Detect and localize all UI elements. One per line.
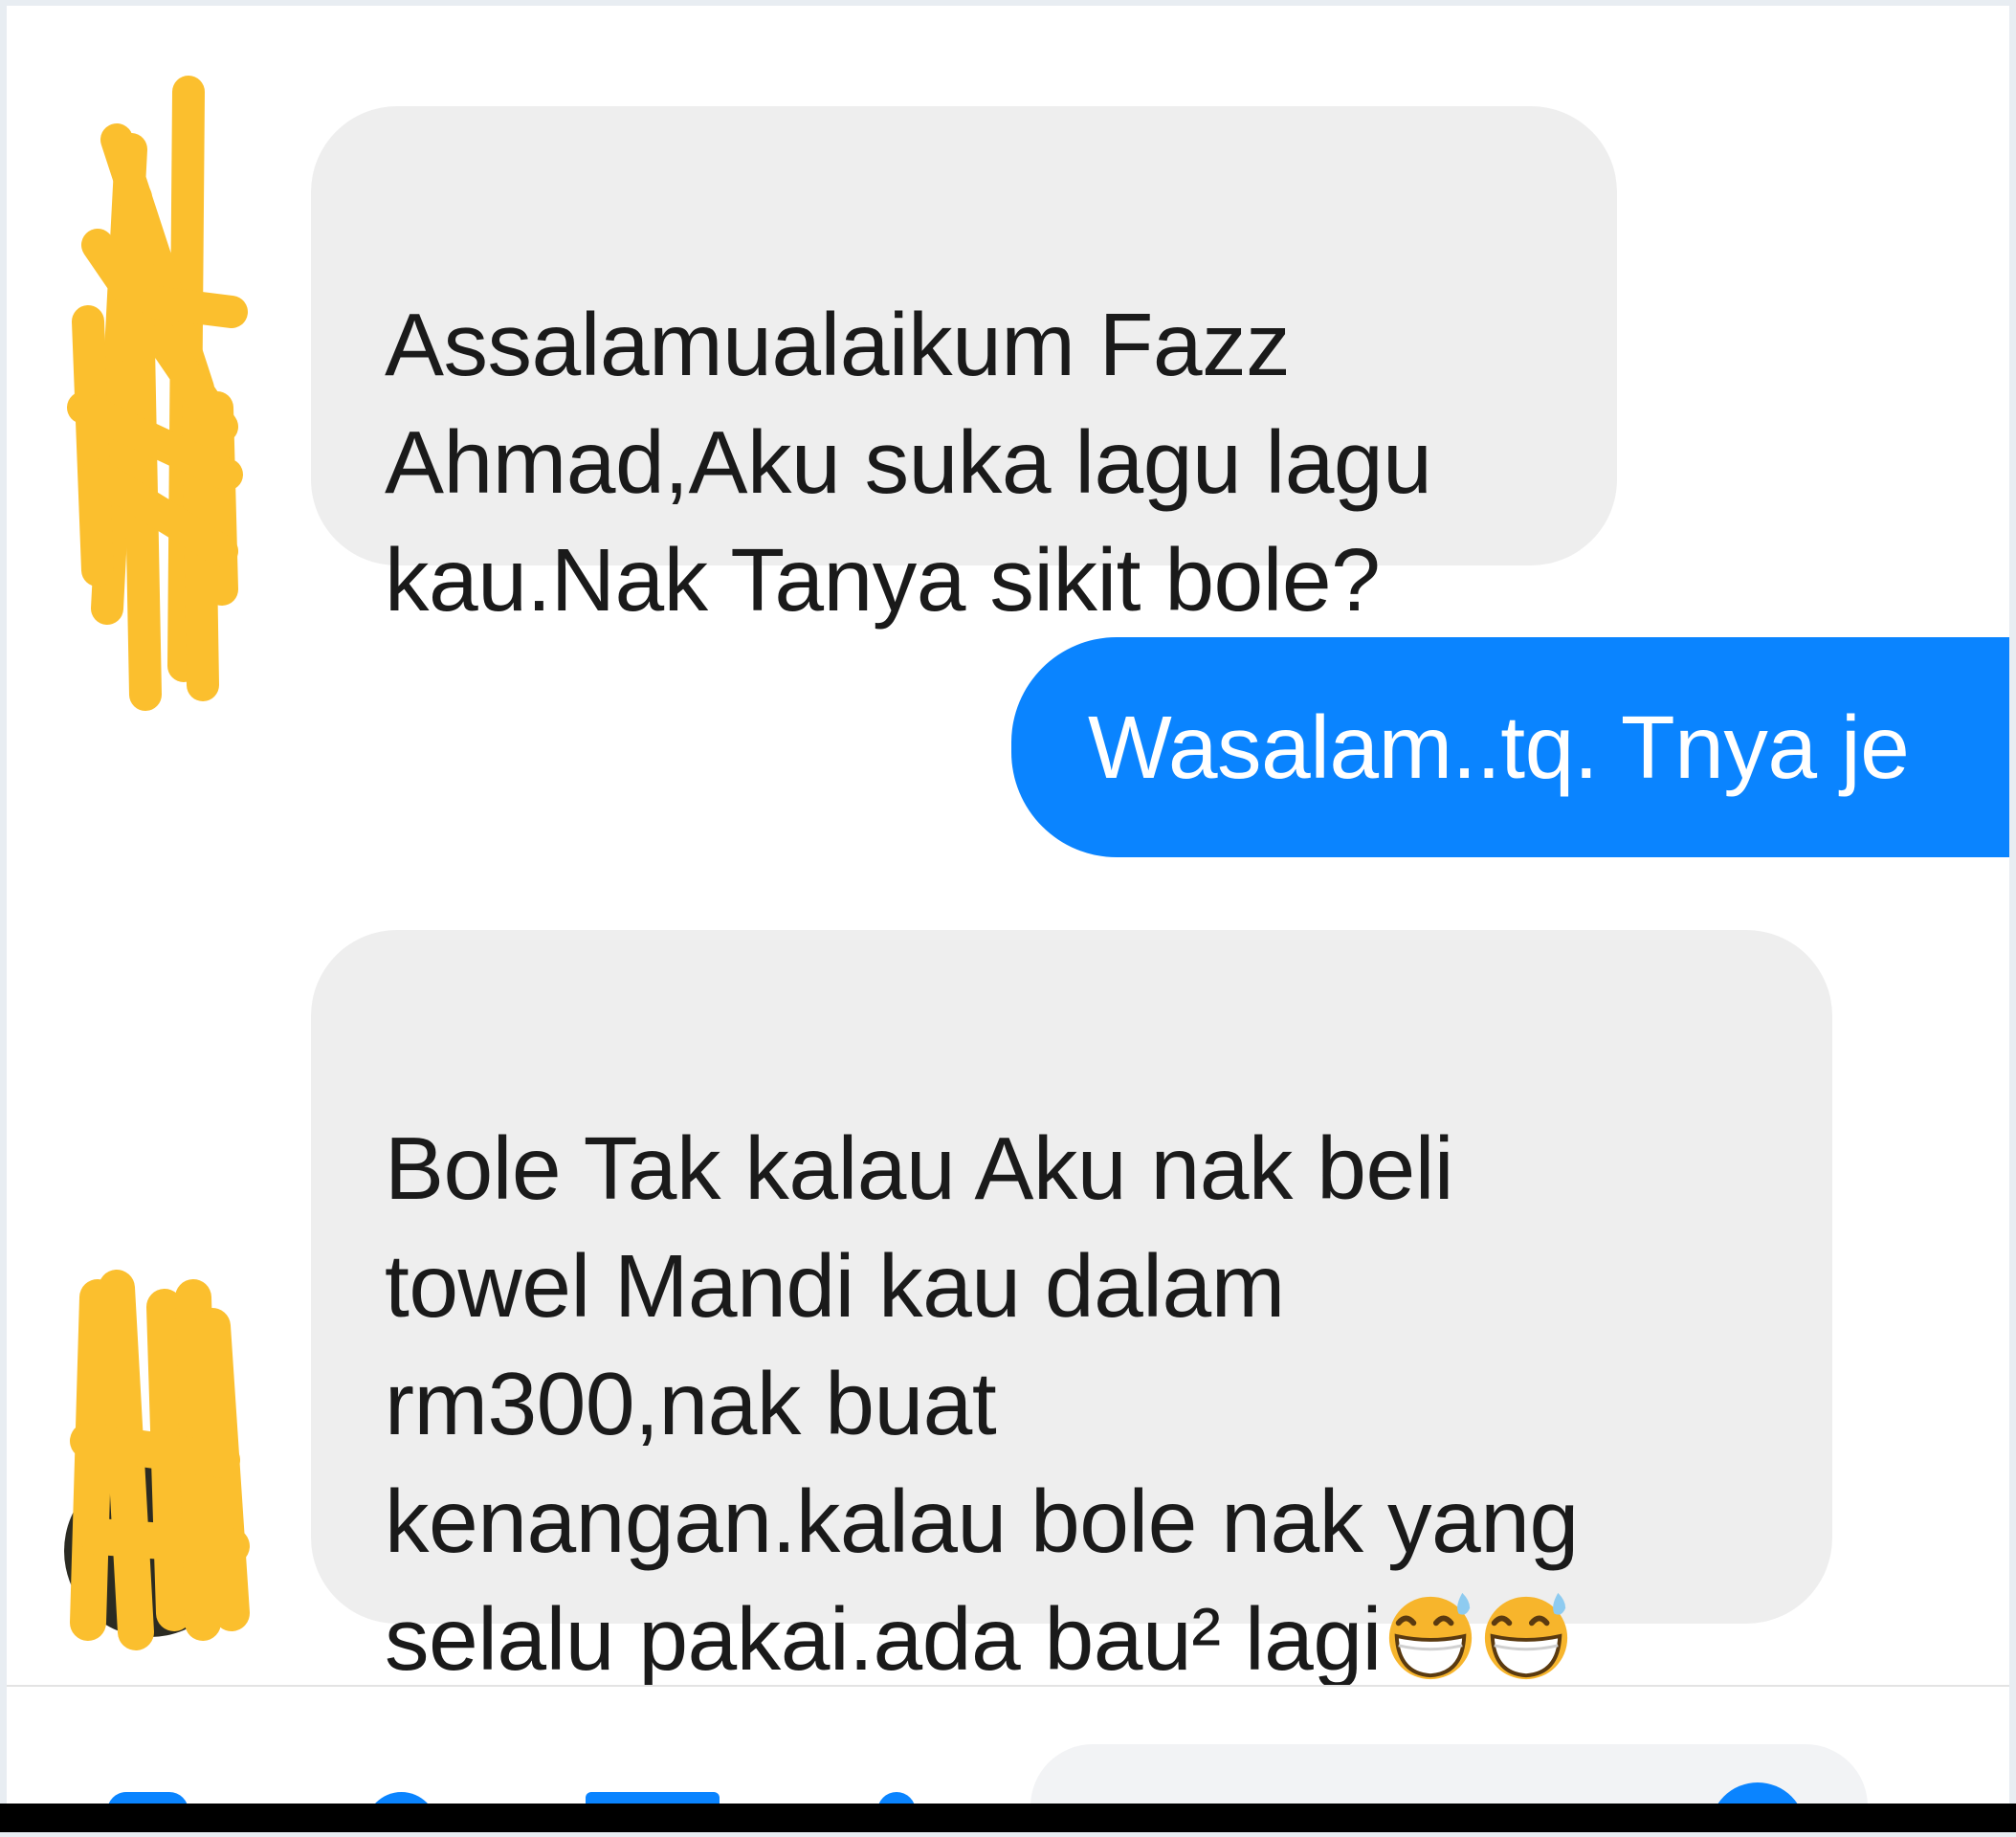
redaction-scribble (70, 1270, 250, 1650)
incoming-message-bubble[interactable]: Bole Tak kalau Aku nak beli towel Mandi … (311, 930, 1832, 1689)
bottom-bar (0, 1804, 2016, 1832)
message-text: Assalamualaikum Fazz Ahmad,Aku suka lagu… (385, 295, 1432, 630)
message-text: Wasalam..tq. Tnya je (1088, 697, 1910, 797)
incoming-message-bubble[interactable]: Assalamualaikum Fazz Ahmad,Aku suka lagu… (311, 106, 1617, 630)
grinning-face-with-sweat-icon (1484, 1592, 1567, 1680)
outgoing-message-bubble[interactable]: Wasalam..tq. Tnya je (1011, 637, 2009, 857)
grinning-face-with-sweat-icon (1388, 1592, 1472, 1680)
redaction-scribble (67, 76, 248, 711)
chat-window: Assalamualaikum Fazz Ahmad,Aku suka lagu… (7, 6, 2009, 1826)
